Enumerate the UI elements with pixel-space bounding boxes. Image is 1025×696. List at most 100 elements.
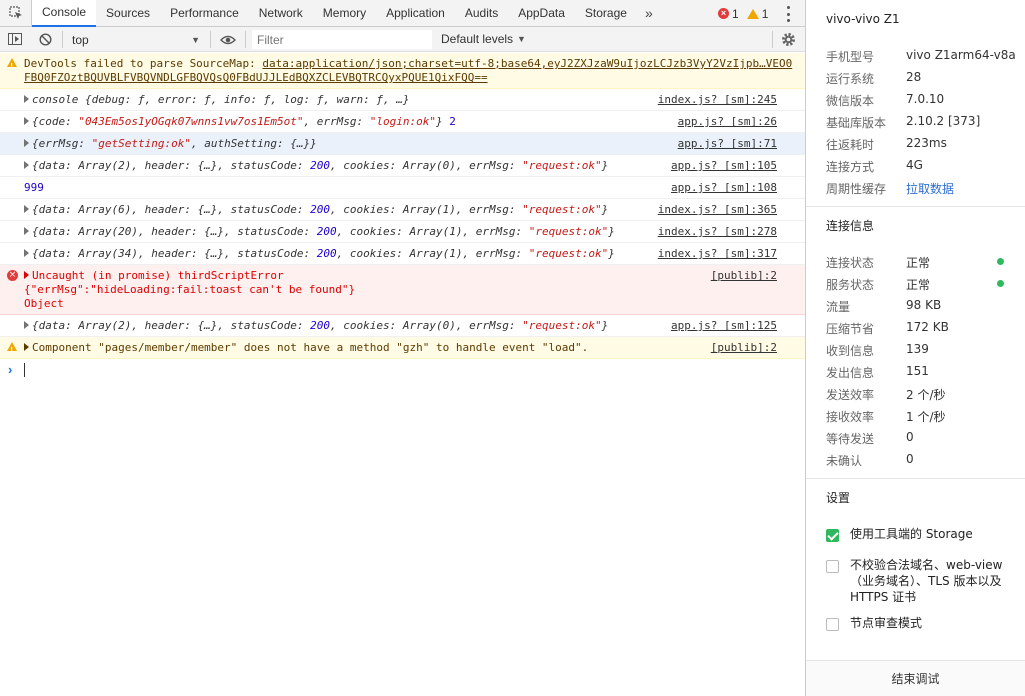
info-row: 收到信息 139 xyxy=(826,342,929,358)
tab-console[interactable]: Console xyxy=(32,0,97,27)
tab-appdata[interactable]: AppData xyxy=(508,0,575,27)
filter-input[interactable] xyxy=(252,30,432,49)
console-message[interactable]: 999 app.js? [sm]:108 xyxy=(0,177,805,199)
expand-icon[interactable] xyxy=(24,343,29,351)
status-ok-icon xyxy=(997,258,1004,265)
toolbar-divider xyxy=(210,31,211,48)
message-number: 2 xyxy=(449,115,456,128)
source-link[interactable]: app.js? [sm]:26 xyxy=(678,115,777,129)
prompt-chevron-icon: › xyxy=(8,362,13,377)
tab-audits[interactable]: Audits xyxy=(455,0,508,27)
section-title-connection: 连接信息 xyxy=(826,219,875,233)
source-link[interactable]: app.js? [sm]:108 xyxy=(671,181,777,195)
fetch-data-link[interactable]: 拉取数据 xyxy=(906,180,954,197)
console-message-warning[interactable]: DevTools failed to parse SourceMap: data… xyxy=(0,53,805,89)
skip-domain-check-checkbox[interactable] xyxy=(826,560,839,573)
inspect-element-button[interactable] xyxy=(0,0,32,27)
info-row: 服务状态 正常 xyxy=(826,278,931,292)
source-link[interactable]: index.js? [sm]:278 xyxy=(658,225,777,239)
tab-sources[interactable]: Sources xyxy=(96,0,160,27)
message-number: 999 xyxy=(24,181,44,194)
remote-debug-panel: vivo-vivo Z1 手机型号 vivo Z1arm64-v8a 运行系统 28… xyxy=(806,0,1025,696)
source-link[interactable]: index.js? [sm]:365 xyxy=(658,203,777,217)
console-message[interactable]: {data: Array(6), header: {…}, statusCode… xyxy=(0,199,805,221)
clear-console-button[interactable] xyxy=(30,27,60,52)
info-row: 接收效率 1 个/秒 xyxy=(826,410,946,424)
console-message[interactable]: {data: Array(20), header: {…}, statusCod… xyxy=(0,221,805,243)
source-link[interactable]: app.js? [sm]:125 xyxy=(671,319,777,333)
node-inspect-label: 节点审查模式 xyxy=(850,616,923,630)
source-link[interactable]: [publib]:2 xyxy=(711,341,777,355)
warning-icon xyxy=(7,58,17,73)
tab-memory[interactable]: Memory xyxy=(313,0,376,27)
message-text: {data: Array(34), header: {…}, statusCod… xyxy=(32,247,615,260)
divider xyxy=(806,478,1025,479)
toolbar-divider xyxy=(245,31,246,48)
info-row: 发出信息 151 xyxy=(826,364,929,380)
info-row: 压缩节省 172 KB xyxy=(826,320,949,336)
storage-checkbox[interactable] xyxy=(826,529,839,542)
error-detail: {"errMsg":"hideLoading:fail:toast can't … xyxy=(24,283,356,296)
warning-icon xyxy=(746,8,759,19)
source-link[interactable]: index.js? [sm]:245 xyxy=(658,93,777,107)
more-options-icon[interactable] xyxy=(784,6,792,22)
log-levels-select[interactable]: Default levels ▼ xyxy=(441,30,526,49)
chevron-down-icon: ▼ xyxy=(517,34,526,44)
expand-icon[interactable] xyxy=(24,117,29,125)
inspect-icon xyxy=(8,6,22,19)
expand-icon[interactable] xyxy=(24,227,29,235)
expand-icon[interactable] xyxy=(24,161,29,169)
info-row: 发送效率 2 个/秒 xyxy=(826,388,946,402)
text-caret xyxy=(24,363,25,377)
console-message[interactable]: console {debug: ƒ, error: ƒ, info: ƒ, lo… xyxy=(0,89,805,111)
info-row: 未确认 0 xyxy=(826,452,914,468)
expand-icon[interactable] xyxy=(24,321,29,329)
toolbar-divider xyxy=(62,31,63,48)
info-row: 连接状态 正常 xyxy=(826,256,931,270)
tab-storage[interactable]: Storage xyxy=(575,0,637,27)
console-prompt[interactable]: › xyxy=(0,359,805,381)
console-message-error[interactable]: × Uncaught (in promise) thirdScriptError… xyxy=(0,265,805,315)
toggle-sidebar-button[interactable] xyxy=(0,27,30,52)
skip-domain-check-label: 不校验合法域名、web-view（业务域名）、TLS 版本以及 HTTPS 证书 xyxy=(850,558,1003,604)
expand-icon[interactable] xyxy=(24,95,29,103)
info-row: 基础库版本 2.10.2 [373] xyxy=(826,114,981,130)
live-expression-button[interactable] xyxy=(218,30,238,49)
tab-application[interactable]: Application xyxy=(376,0,455,27)
context-value: top xyxy=(72,32,89,47)
eye-icon xyxy=(220,35,236,44)
console-message[interactable]: {data: Array(2), header: {…}, statusCode… xyxy=(0,155,805,177)
console-message[interactable]: {code: "043Em5os1yOGqk07wnns1vw7os1Em5ot… xyxy=(0,111,805,133)
error-counter[interactable]: × 1 xyxy=(718,7,739,21)
console-message[interactable]: {data: Array(34), header: {…}, statusCod… xyxy=(0,243,805,265)
tab-performance[interactable]: Performance xyxy=(160,0,249,27)
expand-icon[interactable] xyxy=(24,205,29,213)
source-link[interactable]: index.js? [sm]:317 xyxy=(658,247,777,261)
warning-counter[interactable]: 1 xyxy=(746,7,768,21)
console-message[interactable]: {errMsg: "getSetting:ok", authSetting: {… xyxy=(0,133,805,155)
sidebar-icon xyxy=(8,33,22,45)
expand-icon[interactable] xyxy=(24,271,29,279)
issue-counters[interactable]: × 1 1 xyxy=(718,0,768,27)
gear-icon xyxy=(782,33,795,46)
tab-network[interactable]: Network xyxy=(249,0,313,27)
more-tabs-button[interactable]: » xyxy=(637,0,661,27)
info-row: 连接方式 4G xyxy=(826,158,923,174)
node-inspect-checkbox[interactable] xyxy=(826,618,839,631)
source-link[interactable]: app.js? [sm]:71 xyxy=(678,137,777,151)
expand-icon[interactable] xyxy=(24,139,29,147)
error-object: Object xyxy=(24,297,64,310)
source-link[interactable]: [publib]:2 xyxy=(711,269,777,283)
console-message[interactable]: {data: Array(2), header: {…}, statusCode… xyxy=(0,315,805,337)
expand-icon[interactable] xyxy=(24,249,29,257)
console-settings-button[interactable] xyxy=(780,31,797,48)
stop-debugging-button[interactable]: 结束调试 xyxy=(806,660,1025,696)
console-message-warning[interactable]: Component "pages/member/member" does not… xyxy=(0,337,805,359)
info-row: 等待发送 0 xyxy=(826,430,914,446)
warning-icon xyxy=(7,342,17,357)
console-toolbar: top ▼ Default levels ▼ xyxy=(0,27,805,52)
context-select[interactable]: top ▼ xyxy=(66,30,206,49)
section-title-settings: 设置 xyxy=(826,491,851,505)
source-link[interactable]: app.js? [sm]:105 xyxy=(671,159,777,173)
message-text: console {debug: ƒ, error: ƒ, info: ƒ, lo… xyxy=(32,93,410,106)
